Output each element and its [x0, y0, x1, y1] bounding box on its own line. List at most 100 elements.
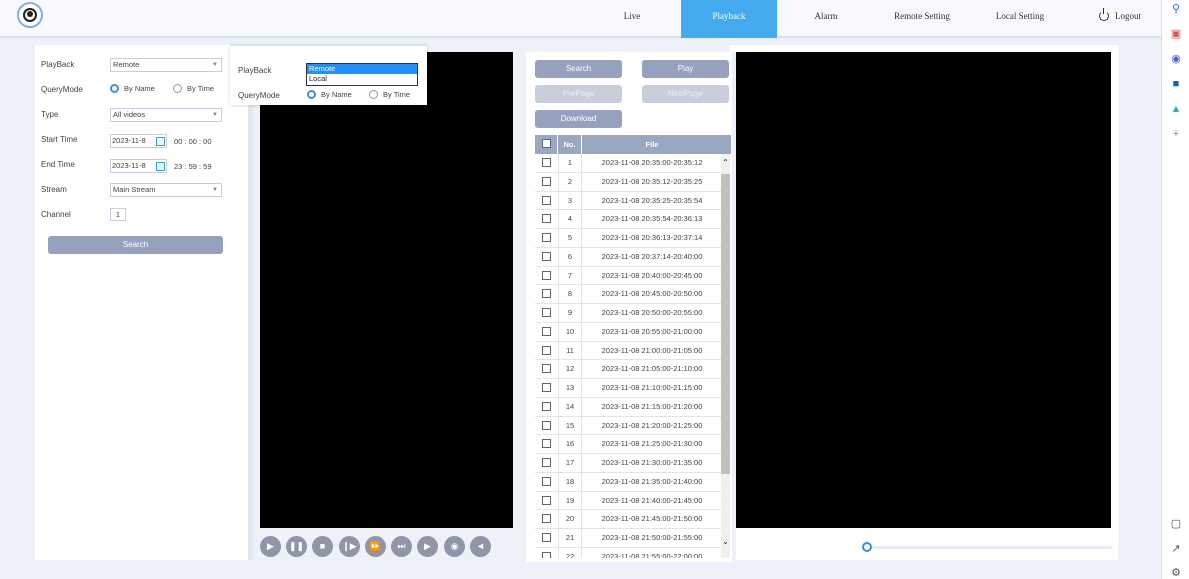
select-all-checkbox[interactable]	[542, 139, 551, 148]
row-checkbox[interactable]	[542, 439, 551, 449]
scrollbar[interactable]: ⌃ ⌄	[721, 154, 730, 558]
row-checkbox[interactable]	[542, 364, 551, 374]
row-checkbox[interactable]	[542, 495, 551, 505]
stop-icon[interactable]: ■	[312, 536, 333, 557]
games-icon[interactable]: ▲	[1170, 103, 1182, 115]
table-row[interactable]: 9 2023-11-08 20:50:00-20:55:00	[535, 304, 721, 323]
table-row[interactable]: 20 2023-11-08 21:45:00-21:50:00	[535, 510, 721, 529]
row-checkbox[interactable]	[542, 514, 551, 524]
video-window-right[interactable]	[736, 52, 1111, 528]
row-checkbox[interactable]	[542, 214, 551, 224]
prepage-button[interactable]: PrePage	[535, 85, 622, 103]
progress-handle[interactable]	[862, 542, 872, 552]
table-row[interactable]: 7 2023-11-08 20:40:00-20:45:00	[535, 266, 721, 286]
nav-playback[interactable]: Playback	[681, 0, 777, 38]
playback-progress-bar[interactable]	[862, 542, 1112, 552]
file-search-button[interactable]: Search	[535, 60, 622, 78]
table-row[interactable]: 13 2023-11-08 21:10:00-21:15:00	[535, 379, 721, 398]
table-row[interactable]: 22 2023-11-08 21:55:00-22:00:00	[535, 547, 721, 558]
sidebar-icon[interactable]: ▢	[1170, 518, 1182, 530]
table-row[interactable]: 11 2023-11-08 21:00:00-21:05:00	[535, 341, 721, 361]
row-checkbox[interactable]	[542, 270, 551, 280]
row-checkbox[interactable]	[542, 420, 551, 430]
search-icon[interactable]: ⚲	[1170, 3, 1182, 15]
briefcase-icon[interactable]: ▣	[1170, 28, 1182, 40]
option-local[interactable]: Local	[307, 74, 417, 84]
table-row[interactable]: 15 2023-11-08 21:20:00-21:25:00	[535, 416, 721, 436]
row-checkbox[interactable]	[542, 326, 551, 336]
table-row[interactable]: 19 2023-11-08 21:40:00-21:45:00	[535, 491, 721, 511]
popup-radio-by-time[interactable]	[369, 90, 378, 99]
fast-forward-icon[interactable]: ⏩	[365, 536, 386, 557]
scroll-down-icon[interactable]: ⌄	[721, 537, 730, 547]
end-time-field[interactable]: 23 : 59 : 59	[174, 162, 212, 171]
row-checkbox[interactable]	[542, 158, 551, 167]
nav-remote-setting[interactable]: Remote Setting	[872, 0, 972, 38]
type-select[interactable]: All videos ▼	[110, 108, 222, 122]
calendar-icon[interactable]	[156, 162, 165, 171]
row-checkbox[interactable]	[542, 476, 551, 486]
external-link-icon[interactable]: ↗	[1170, 543, 1182, 555]
search-button[interactable]: Search	[48, 236, 223, 254]
row-checkbox[interactable]	[542, 308, 551, 317]
play-button[interactable]: Play	[642, 60, 729, 78]
table-row[interactable]: 21 2023-11-08 21:50:00-21:55:00	[535, 529, 721, 548]
popup-radio-by-name[interactable]	[307, 90, 316, 99]
table-row[interactable]: 14 2023-11-08 21:15:00-21:20:00	[535, 397, 721, 417]
table-row[interactable]: 2 2023-11-08 20:35:12-20:35:25	[535, 172, 721, 192]
end-date-field[interactable]: 2023-11-8	[110, 159, 167, 173]
nav-local-setting[interactable]: Local Setting	[975, 0, 1065, 38]
row-checkbox[interactable]	[542, 458, 551, 467]
next-frame-icon[interactable]: ⏭	[391, 536, 412, 557]
radio-by-name[interactable]	[110, 84, 119, 93]
table-row[interactable]: 3 2023-11-08 20:35:25-20:35:54	[535, 191, 721, 211]
pause-icon[interactable]: ❚❚	[286, 536, 307, 557]
row-checkbox[interactable]	[542, 233, 551, 242]
row-checkbox[interactable]	[542, 345, 551, 355]
option-remote[interactable]: Remote	[307, 64, 417, 74]
playback-select[interactable]: Remote ▼	[110, 58, 222, 72]
table-row[interactable]: 4 2023-11-08 20:35:54-20:36:13	[535, 210, 721, 229]
slow-icon[interactable]: ❙▶	[339, 536, 360, 557]
snapshot-icon[interactable]: ◉	[444, 536, 465, 557]
table-row[interactable]: 10 2023-11-08 20:55:00-21:00:00	[535, 322, 721, 342]
record-icon[interactable]: ▶	[417, 536, 438, 557]
channel-field[interactable]: 1	[110, 208, 126, 221]
outlook-icon[interactable]: ■	[1170, 78, 1182, 90]
radio-by-time[interactable]	[173, 84, 182, 93]
nextpage-button[interactable]: NextPage	[642, 85, 729, 103]
table-row[interactable]: 12 2023-11-08 21:05:00-21:10:00	[535, 360, 721, 379]
stream-select[interactable]: Main Stream ▼	[110, 183, 222, 197]
row-checkbox[interactable]	[542, 195, 551, 205]
table-row[interactable]: 16 2023-11-08 21:25:00-21:30:00	[535, 435, 721, 454]
download-button[interactable]: Download	[535, 110, 622, 128]
volume-icon[interactable]: ◄	[470, 536, 491, 557]
scroll-thumb[interactable]	[721, 174, 730, 474]
scroll-up-icon[interactable]: ⌃	[721, 158, 730, 168]
panel-divider[interactable]	[248, 45, 253, 560]
calendar-icon[interactable]	[156, 137, 165, 146]
row-checkbox[interactable]	[542, 401, 551, 411]
table-row[interactable]: 6 2023-11-08 20:37:14-20:40:00	[535, 247, 721, 267]
settings-icon[interactable]: ⚙	[1170, 567, 1182, 579]
row-checkbox[interactable]	[542, 251, 551, 261]
nav-alarm[interactable]: Alarm	[785, 0, 867, 38]
row-checkbox[interactable]	[542, 383, 551, 392]
nav-live[interactable]: Live	[590, 0, 674, 38]
playback-dropdown-list[interactable]: Remote Local	[306, 63, 418, 86]
table-row[interactable]: 1 2023-11-08 20:35:00-20:35:12	[535, 154, 721, 173]
start-time-field[interactable]: 00 : 00 : 00	[174, 137, 212, 146]
copilot-icon[interactable]: ◉	[1170, 53, 1182, 65]
table-row[interactable]: 17 2023-11-08 21:30:00-21:35:00	[535, 454, 721, 473]
row-checkbox[interactable]	[542, 533, 551, 542]
add-icon[interactable]: +	[1170, 128, 1182, 140]
row-checkbox[interactable]	[542, 289, 551, 299]
logout-button[interactable]: Logout	[1085, 0, 1155, 38]
table-row[interactable]: 8 2023-11-08 20:45:00-20:50:00	[535, 285, 721, 304]
video-window-left[interactable]	[260, 52, 513, 528]
table-row[interactable]: 18 2023-11-08 21:35:00-21:40:00	[535, 472, 721, 492]
row-checkbox[interactable]	[542, 551, 551, 558]
row-checkbox[interactable]	[542, 176, 551, 186]
play-icon[interactable]: ▶	[260, 536, 281, 557]
start-date-field[interactable]: 2023-11-8	[110, 134, 167, 148]
